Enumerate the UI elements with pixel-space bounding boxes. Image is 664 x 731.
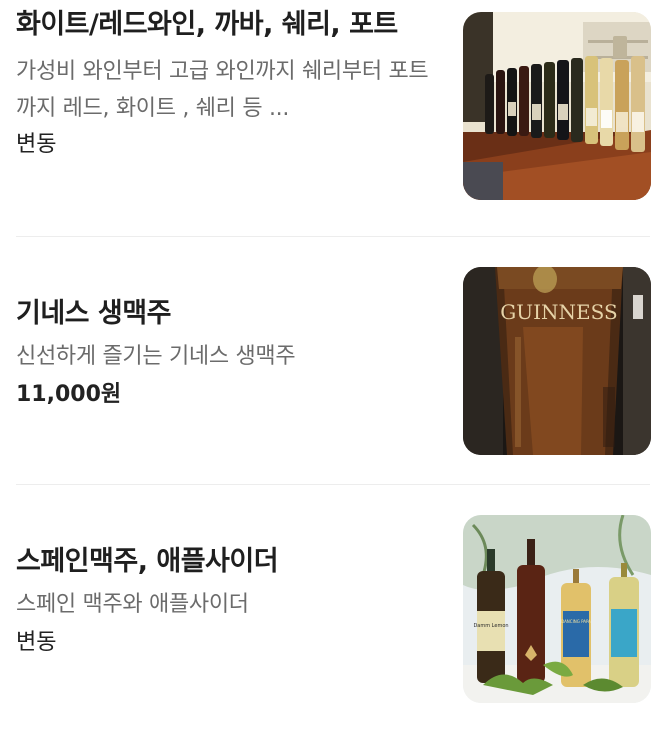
guinness-glass-image: GUINNESS: [463, 267, 651, 455]
menu-item-title: 스페인맥주, 애플사이더: [16, 546, 279, 577]
menu-list: 화이트/레드와인, 까바, 쉐리, 포트 가성비 와인부터 고급 와인까지 쉐리…: [0, 0, 664, 731]
menu-item-price: 변동: [16, 630, 57, 655]
menu-item-description: 스페인 맥주와 애플사이더: [16, 592, 249, 617]
menu-item-text: 기네스 생맥주 신선하게 즐기는 기네스 생맥주 11,000원: [16, 295, 436, 410]
beer-bottles-image: Damm Lemon DANCING PAPA: [463, 515, 651, 703]
menu-item-guinness[interactable]: 기네스 생맥주 신선하게 즐기는 기네스 생맥주 11,000원 GUINNES…: [0, 237, 664, 484]
spanish-beer-cider-photo[interactable]: Damm Lemon DANCING PAPA: [463, 515, 651, 703]
dancing-papa-label: DANCING PAPA: [561, 619, 591, 624]
menu-item-text: 스페인맥주, 애플사이더 스페인 맥주와 애플사이더 변동: [16, 543, 436, 658]
menu-item-price: 변동: [16, 132, 57, 157]
menu-item-description: 신선하게 즐기는 기네스 생맥주: [16, 344, 296, 369]
menu-item-wine[interactable]: 화이트/레드와인, 까바, 쉐리, 포트 가성비 와인부터 고급 와인까지 쉐리…: [0, 0, 664, 236]
menu-item-title: 화이트/레드와인, 까바, 쉐리, 포트: [16, 9, 398, 40]
menu-item-title: 기네스 생맥주: [16, 298, 171, 329]
wine-bottles-photo[interactable]: [463, 12, 651, 200]
guinness-logo-text: GUINNESS: [500, 300, 617, 324]
menu-item-text: 화이트/레드와인, 까바, 쉐리, 포트 가성비 와인부터 고급 와인까지 쉐리…: [16, 6, 436, 160]
menu-item-price: 11,000원: [16, 382, 122, 407]
menu-item-description: 가성비 와인부터 고급 와인까지 쉐리부터 포트까지 레드, 화이트 , 쉐리 …: [16, 59, 429, 121]
wine-bottles-image: [463, 12, 651, 200]
menu-item-spanish-beer-cider[interactable]: 스페인맥주, 애플사이더 스페인 맥주와 애플사이더 변동 Damm Lemon…: [0, 485, 664, 731]
damm-lemon-label: Damm Lemon: [473, 623, 508, 629]
guinness-pint-photo[interactable]: GUINNESS: [463, 267, 651, 455]
